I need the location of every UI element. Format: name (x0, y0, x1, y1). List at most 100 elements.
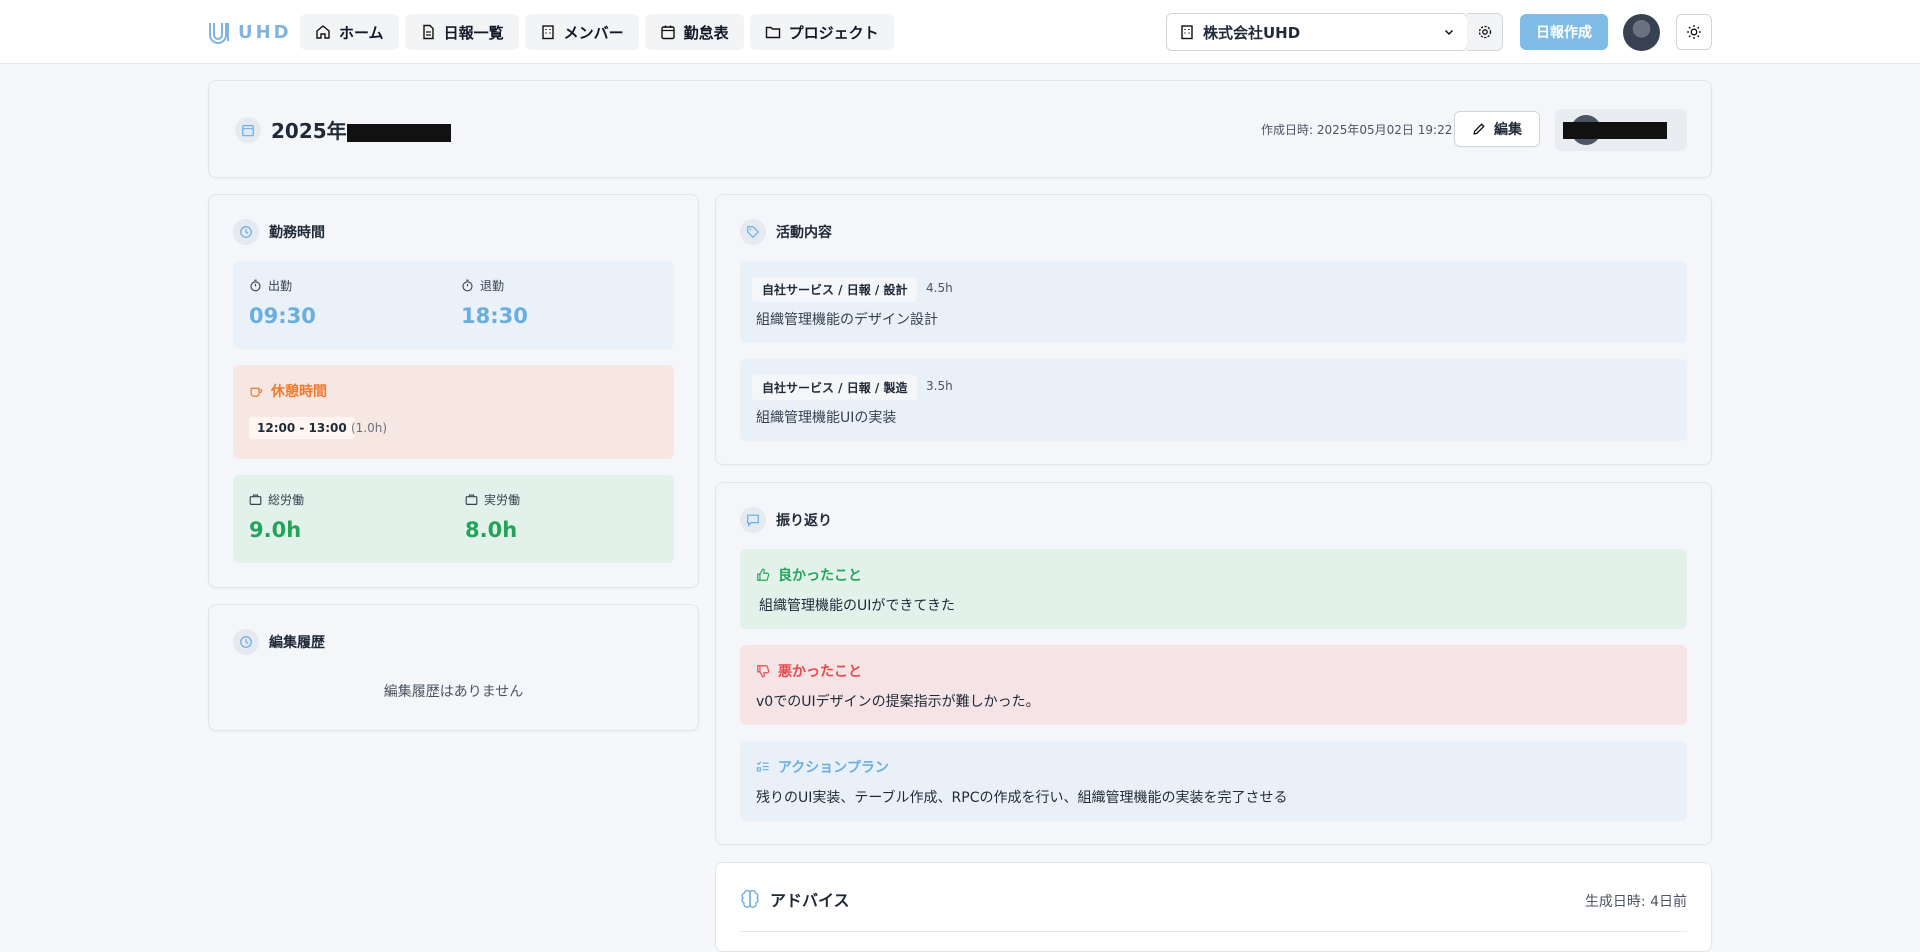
clock-in-value: 09:30 (249, 304, 316, 328)
advice-card: アドバイス 生成日時: 4日前 (715, 862, 1712, 952)
clock-icon (233, 219, 259, 245)
break-duration: (1.0h) (351, 421, 388, 435)
total-labor-label: 総労働 (268, 493, 305, 507)
app-logo[interactable]: UHD (206, 18, 292, 46)
work-time-card: 勤務時間 出勤 09:30 退勤 18:30 休憩時間 12:00 - 13:0… (208, 194, 699, 588)
nav-reports[interactable]: 日報一覧 (404, 14, 519, 50)
redacted-text (346, 123, 451, 142)
edit-history-title: 編集履歴 (269, 635, 325, 651)
bad-points-title: 悪かったこと (756, 661, 862, 681)
coffee-icon (250, 387, 263, 397)
user-avatar[interactable] (1623, 14, 1660, 51)
action-plan-box: アクションプラン 残りのUI実装、テーブル作成、RPCの作成を行い、組織管理機能… (740, 741, 1687, 821)
report-date-prefix: 2025年 (271, 119, 347, 143)
sun-icon (1687, 25, 1701, 39)
clock-icon (233, 629, 259, 655)
report-title-card: 2025年 作成日時: 2025年05月02日 19:22 編集 (208, 80, 1712, 178)
total-labor: 総労働 9.0h (249, 491, 304, 542)
activity-card: 活動内容 自社サービス / 日報 / 設計 4.5h 組織管理機能のデザイン設計… (715, 194, 1712, 465)
clock-out-label: 退勤 (480, 279, 505, 293)
actual-labor: 実労働 8.0h (465, 491, 520, 542)
good-points-text: 組織管理機能のUIができてきた (759, 598, 955, 614)
edit-button[interactable]: 編集 (1454, 111, 1540, 147)
nav-home[interactable]: ホーム (300, 14, 399, 50)
organization-name: 株式会社UHD (1203, 23, 1301, 42)
section-header: 勤務時間 (233, 219, 325, 245)
nav-reports-label: 日報一覧 (443, 23, 504, 42)
empty-history-message: 編集履歴はありません (383, 684, 524, 700)
nav-attendance-label: 勤怠表 (683, 23, 729, 42)
nav-projects[interactable]: プロジェクト (749, 14, 894, 50)
brain-icon (741, 889, 759, 908)
clock-out: 退勤 18:30 (461, 277, 528, 328)
activity-hours: 4.5h (926, 281, 953, 295)
created-timestamp: 作成日時: 2025年05月02日 19:22 (1261, 123, 1453, 137)
organization-settings-button[interactable] (1467, 13, 1503, 51)
nav-members[interactable]: メンバー (524, 14, 639, 50)
action-plan-text: 残りのUI実装、テーブル作成、RPCの作成を行い、組織管理機能の実装を完了させる (756, 790, 1288, 806)
action-plan-title: アクションプラン (756, 757, 889, 777)
nav-projects-label: プロジェクト (788, 23, 879, 42)
tag-icon (740, 219, 766, 245)
action-plan-label: アクションプラン (778, 760, 889, 776)
clock-in: 出勤 09:30 (249, 277, 316, 328)
create-report-button[interactable]: 日報作成 (1520, 14, 1608, 50)
good-points-label: 良かったこと (778, 568, 862, 584)
organization-select[interactable]: 株式会社UHD (1166, 13, 1468, 51)
clock-out-value: 18:30 (461, 304, 528, 328)
pencil-icon (1473, 123, 1485, 135)
page-title: 2025年 (271, 115, 451, 144)
nav-attendance[interactable]: 勤怠表 (644, 14, 744, 50)
gear-icon (1478, 25, 1491, 39)
total-labor-value: 9.0h (249, 518, 302, 542)
calendar-icon (235, 117, 261, 143)
bad-points-box: 悪かったこと v0でのUIデザインの提案指示が難しかった。 (740, 645, 1687, 725)
break-time-box: 休憩時間 12:00 - 13:00 (1.0h) (233, 365, 674, 459)
nav-home-label: ホーム (339, 23, 384, 42)
logo-text: UHD (238, 21, 292, 43)
stopwatch-icon (250, 279, 261, 292)
section-header: 振り返り (740, 507, 832, 533)
bad-points-label: 悪かったこと (778, 664, 862, 680)
briefcase-icon (249, 494, 262, 505)
work-time-title: 勤務時間 (269, 225, 325, 241)
section-header: 編集履歴 (233, 629, 325, 655)
home-icon (316, 25, 330, 39)
building-icon (1181, 25, 1193, 40)
advice-title: アドバイス (770, 891, 850, 910)
chevron-down-icon (1444, 29, 1454, 36)
top-navigation-bar: UHD ホーム 日報一覧 メンバー 勤怠表 プロジェクト 株式会社UHD 日報作… (0, 0, 1920, 64)
folder-icon (765, 26, 780, 39)
redacted-author-name (1563, 122, 1667, 139)
break-title-label: 休憩時間 (271, 384, 327, 400)
activity-tag: 自社サービス / 日報 / 設計 (752, 277, 918, 302)
activity-tag: 自社サービス / 日報 / 製造 (752, 375, 918, 400)
break-range: 12:00 - 13:00 (249, 417, 355, 439)
activity-hours: 3.5h (926, 379, 953, 393)
chat-icon (740, 507, 766, 533)
nav-members-label: メンバー (563, 23, 624, 42)
advice-generated-time: 生成日時: 4日前 (1584, 894, 1687, 910)
calendar-icon (660, 25, 675, 40)
building-icon (541, 25, 554, 40)
activity-description: 組織管理機能のデザイン設計 (756, 312, 938, 328)
uhd-logo-icon (209, 23, 229, 44)
list-check-icon (756, 761, 769, 772)
break-title: 休憩時間 (249, 381, 327, 401)
author-chip (1555, 109, 1687, 151)
divider (740, 931, 1687, 932)
good-points-box: 良かったこと 組織管理機能のUIができてきた (740, 549, 1687, 629)
actual-labor-label: 実労働 (484, 493, 521, 507)
clock-times-box: 出勤 09:30 退勤 18:30 (233, 261, 674, 349)
clock-in-label: 出勤 (268, 279, 293, 293)
theme-toggle-button[interactable] (1676, 14, 1712, 50)
edit-history-card: 編集履歴 編集履歴はありません (208, 604, 699, 731)
reflection-title: 振り返り (776, 513, 832, 529)
reflection-card: 振り返り 良かったこと 組織管理機能のUIができてきた 悪かったこと v0でのU… (715, 482, 1712, 845)
bad-points-text: v0でのUIデザインの提案指示が難しかった。 (756, 694, 1040, 710)
good-points-title: 良かったこと (756, 565, 862, 585)
stopwatch-icon (462, 279, 473, 292)
labor-hours-box: 総労働 9.0h 実労働 8.0h (233, 475, 674, 563)
edit-button-label: 編集 (1494, 122, 1522, 138)
activity-description: 組織管理機能UIの実装 (756, 410, 897, 426)
